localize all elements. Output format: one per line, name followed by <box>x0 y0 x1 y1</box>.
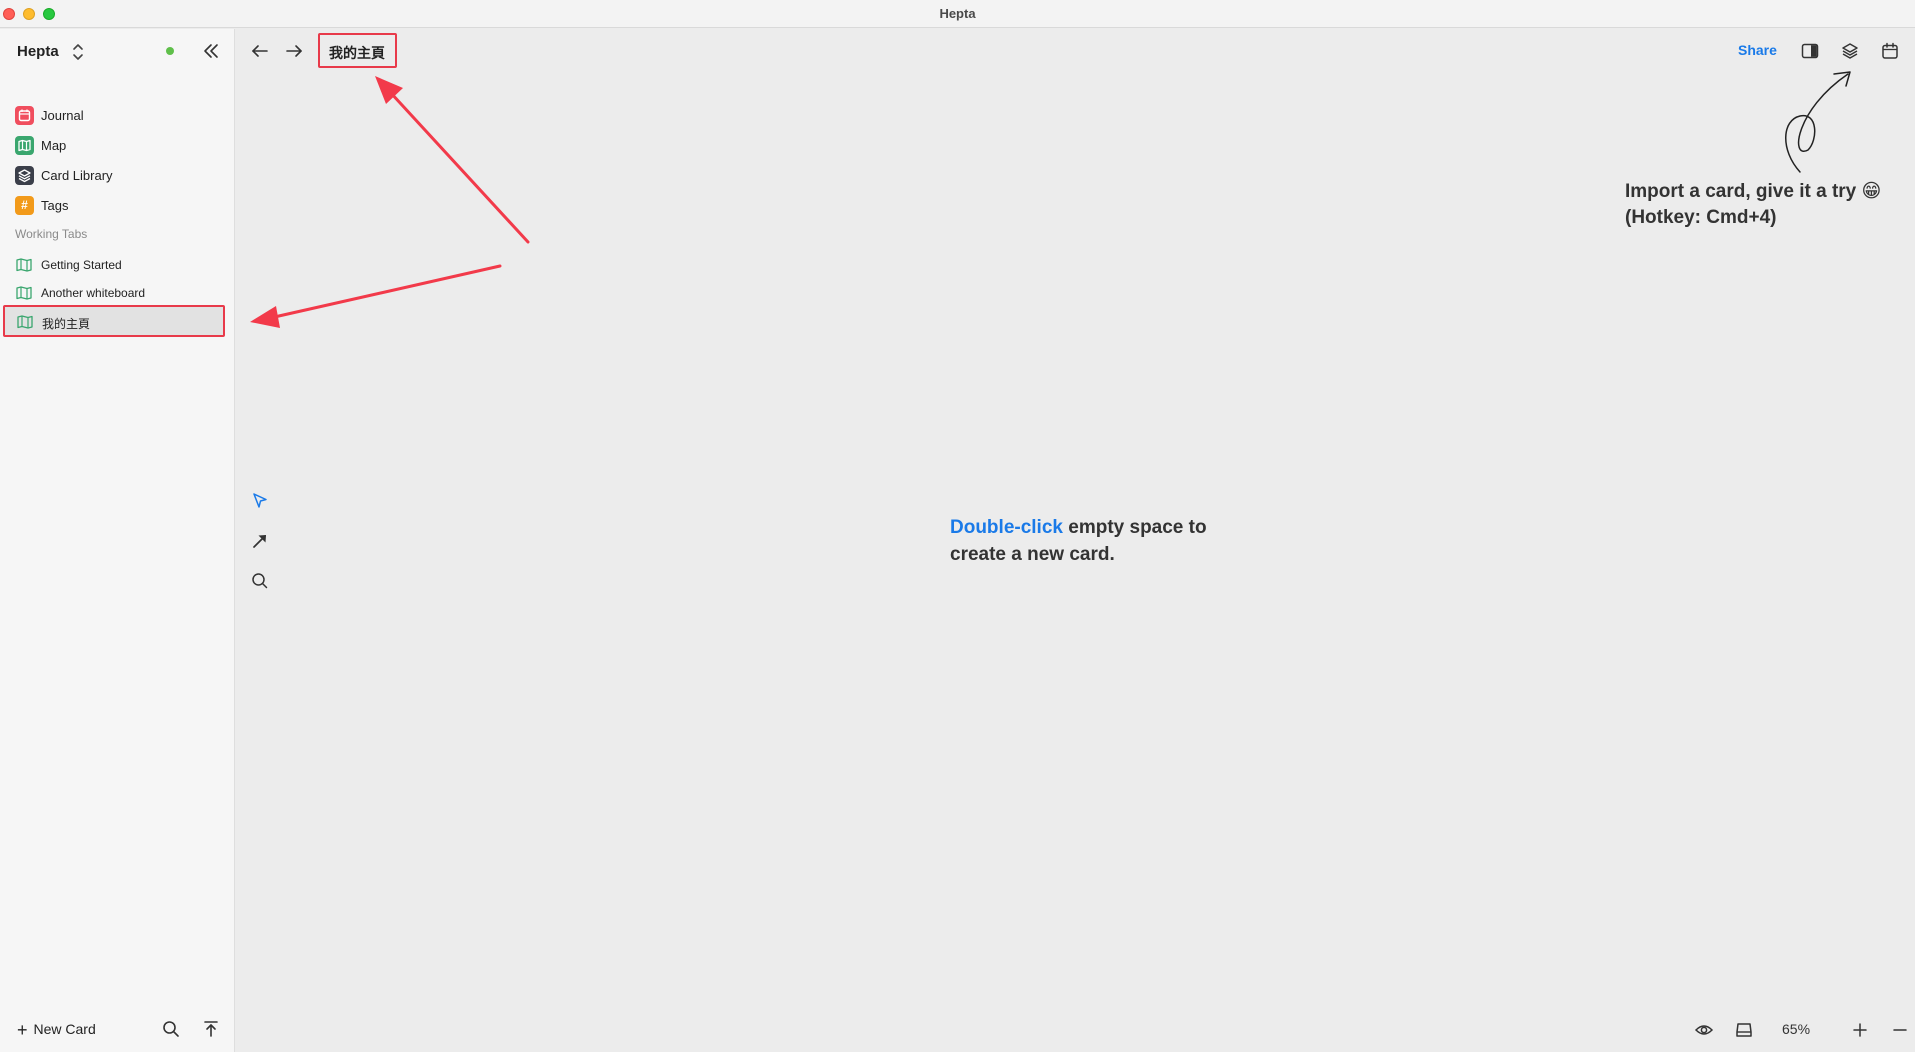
sidebar-item-label: Tags <box>41 198 69 213</box>
search-icon[interactable] <box>162 1020 180 1038</box>
chevron-updown-icon[interactable] <box>70 41 86 63</box>
inbox-tray-icon[interactable] <box>1734 1020 1754 1040</box>
sidebar-item-card-library[interactable]: Card Library <box>0 161 235 189</box>
map-icon <box>16 258 32 272</box>
sidebar-item-tags[interactable]: # Tags <box>0 191 235 219</box>
sidebar-item-label: Map <box>41 138 67 153</box>
new-card-button[interactable]: + New Card <box>17 1020 96 1041</box>
forward-arrow-icon[interactable] <box>284 41 304 61</box>
whiteboard-canvas[interactable]: 我的主頁 Share Import a card, give it a try … <box>236 29 1915 1052</box>
tab-label: 我的主頁 <box>42 317 91 331</box>
sidebar-item-map[interactable]: Map <box>0 131 235 159</box>
select-pointer-icon[interactable] <box>250 491 270 511</box>
tab-another-whiteboard[interactable]: Another whiteboard <box>4 279 224 307</box>
tab-label: Getting Started <box>41 258 122 272</box>
plus-icon: + <box>17 1020 28 1040</box>
share-button[interactable]: Share <box>1738 42 1777 58</box>
window-title: Hepta <box>939 6 976 21</box>
map-icon <box>15 136 34 155</box>
eye-icon[interactable] <box>1694 1020 1714 1040</box>
collapse-sidebar-icon[interactable] <box>202 42 220 60</box>
sidebar: Hepta Journal Map Card Library # Tags Wo… <box>0 29 235 1052</box>
tab-getting-started[interactable]: Getting Started <box>4 251 224 279</box>
page-title[interactable]: 我的主頁 <box>329 43 385 63</box>
layers-icon[interactable] <box>1840 41 1860 61</box>
tab-my-homepage[interactable]: 我的主頁 <box>3 305 225 337</box>
app-window: Hepta Hepta Journal Map Card Library # T… <box>0 0 1915 1052</box>
back-arrow-icon[interactable] <box>250 41 270 61</box>
workspace-name[interactable]: Hepta <box>17 43 59 60</box>
zoom-level[interactable]: 65% <box>1782 1021 1810 1037</box>
search-icon[interactable] <box>250 571 270 591</box>
page-title-highlight: 我的主頁 <box>318 33 397 68</box>
map-icon <box>16 286 32 300</box>
tab-label: Another whiteboard <box>41 286 146 300</box>
zoom-in-icon[interactable] <box>1850 1020 1870 1040</box>
sidebar-item-journal[interactable]: Journal <box>0 101 235 129</box>
working-tabs-heading: Working Tabs <box>15 227 88 241</box>
layers-icon <box>15 166 34 185</box>
sidebar-item-label: Card Library <box>41 168 113 183</box>
sidebar-panel-icon[interactable] <box>1800 41 1820 61</box>
import-card-tip: Import a card, give it a try 😁 (Hotkey: … <box>1625 181 1882 228</box>
title-bar: Hepta <box>0 0 1915 28</box>
calendar-icon[interactable] <box>1880 41 1900 61</box>
hint-accent: Double-click <box>950 517 1063 538</box>
empty-canvas-hint: Double-click empty space to create a new… <box>950 514 1250 568</box>
hash-icon: # <box>15 196 34 215</box>
zoom-out-icon[interactable] <box>1890 1020 1910 1040</box>
calendar-icon <box>15 106 34 125</box>
sidebar-item-label: Journal <box>41 108 84 123</box>
sync-status-dot <box>166 47 174 55</box>
new-card-label: New Card <box>33 1021 96 1037</box>
connector-arrow-icon[interactable] <box>250 531 270 551</box>
upload-icon[interactable] <box>202 1020 220 1038</box>
map-icon <box>17 315 33 329</box>
